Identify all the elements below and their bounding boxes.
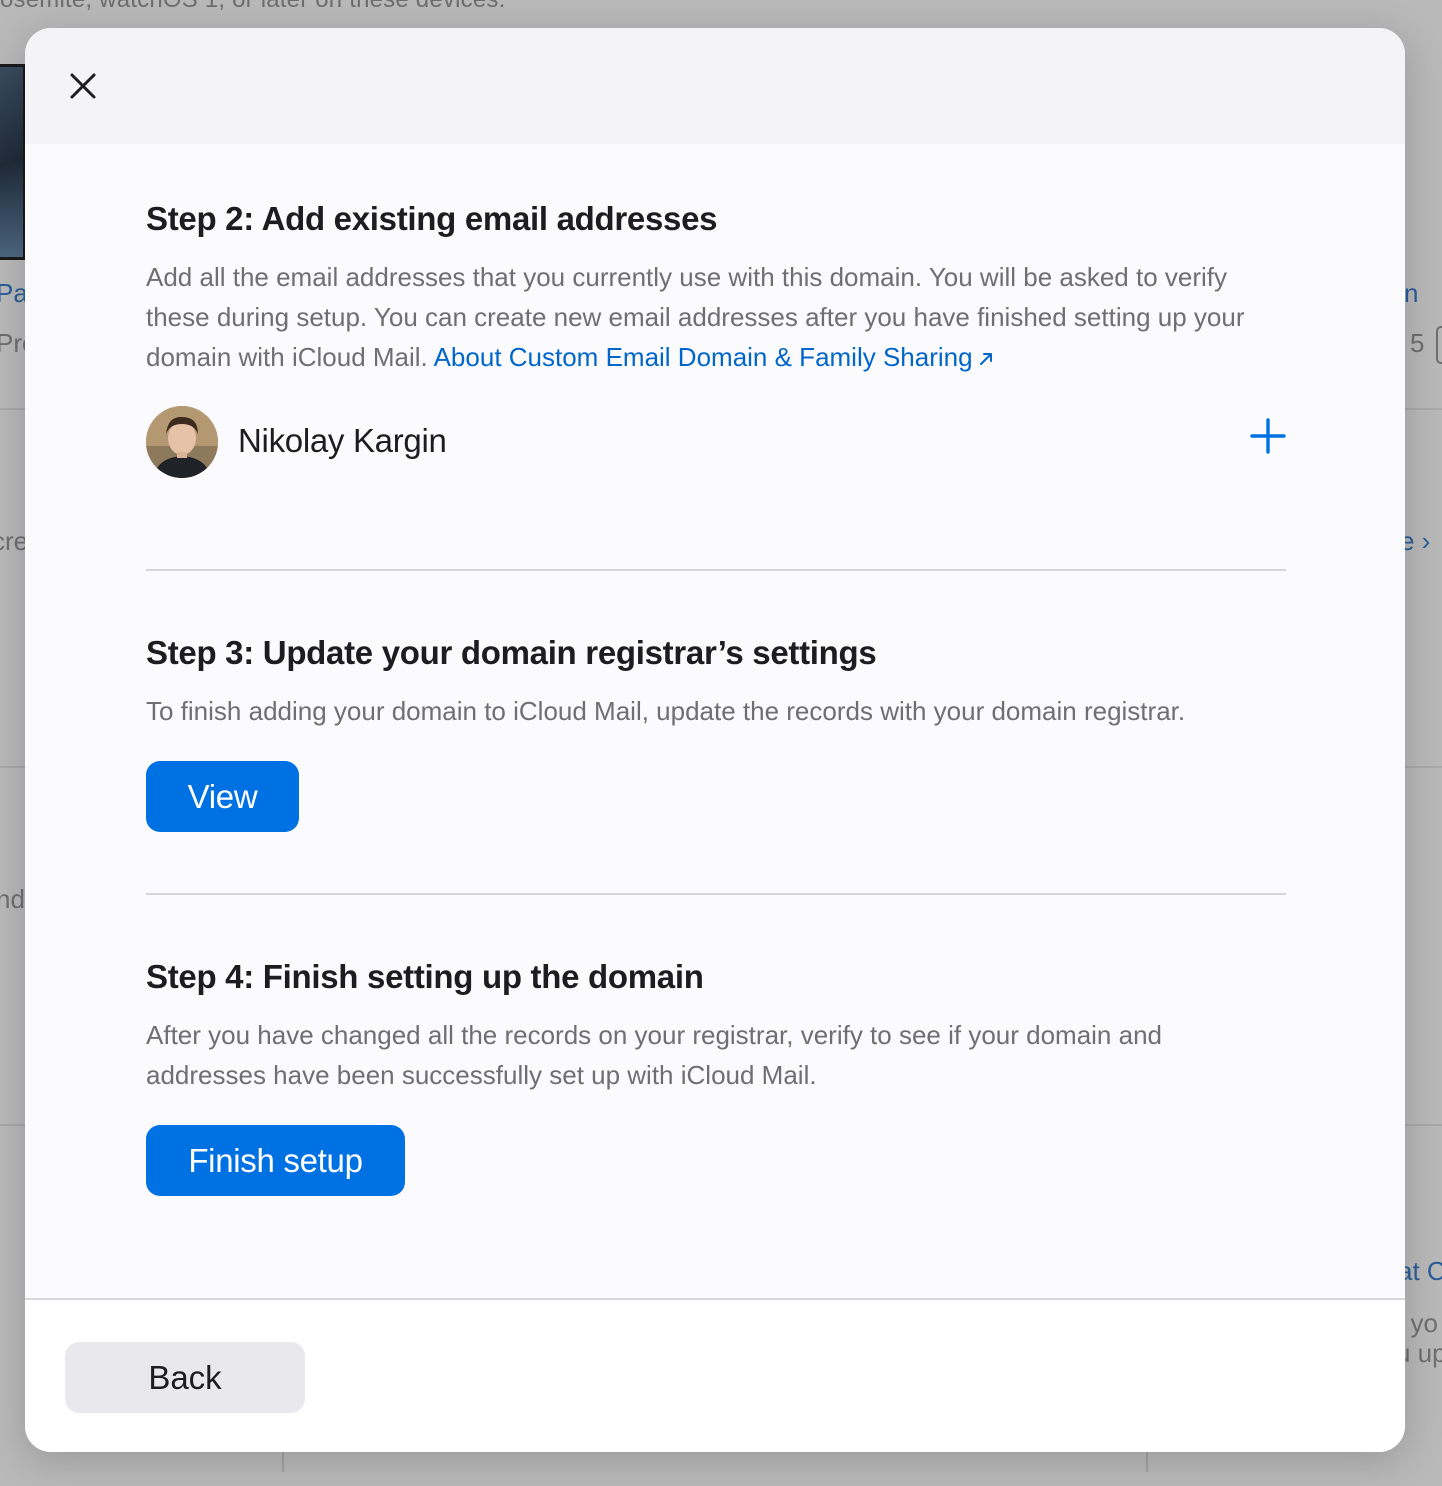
about-custom-domain-link-text: About Custom Email Domain & Family Shari…: [433, 342, 973, 372]
modal-header: [25, 28, 1405, 144]
background-top-text: osemite, watchOS 1, or later on these de…: [0, 0, 505, 14]
background-divider: [1405, 766, 1442, 768]
family-member-row: Nikolay Kargin: [146, 406, 1286, 480]
close-icon: [70, 73, 96, 99]
section-divider: [146, 893, 1286, 895]
background-fragment: cre: [0, 526, 29, 556]
plus-icon: [1250, 418, 1286, 454]
background-divider: [1405, 1124, 1442, 1126]
step3-title: Step 3: Update your domain registrar’s s…: [146, 634, 877, 671]
background-fragment: nd: [0, 884, 25, 914]
member-name: Nikolay Kargin: [238, 422, 447, 459]
background-box: [1436, 326, 1442, 364]
avatar-photo: [146, 406, 218, 478]
modal-footer: Back: [25, 1298, 1405, 1452]
background-divider: [282, 1452, 284, 1472]
section-divider: [146, 569, 1286, 571]
about-custom-domain-link[interactable]: About Custom Email Domain & Family Shari…: [434, 342, 995, 372]
finish-setup-button[interactable]: Finish setup: [146, 1125, 405, 1196]
background-fragment: n: [1404, 278, 1419, 308]
step2-description: Add all the email addresses that you cur…: [146, 257, 1286, 377]
close-button[interactable]: [61, 64, 105, 108]
background-fragment: Pa: [0, 278, 28, 308]
step4-description: After you have changed all the records o…: [146, 1020, 1162, 1090]
add-email-button[interactable]: [1248, 416, 1288, 456]
background-divider: [1146, 1452, 1148, 1472]
avatar: [146, 406, 218, 478]
back-button[interactable]: Back: [65, 1342, 305, 1413]
view-records-button[interactable]: View: [146, 761, 299, 832]
step3-description: To finish adding your domain to iCloud M…: [146, 696, 1186, 726]
background-divider: [0, 408, 25, 410]
step2-title: Step 2: Add existing email addresses: [146, 200, 718, 237]
step4-title: Step 4: Finish setting up the domain: [146, 958, 704, 995]
setup-modal: Step 2: Add existing email addresses Add…: [25, 28, 1405, 1452]
external-link-icon: [979, 353, 992, 365]
background-divider: [0, 766, 25, 768]
background-divider: [1405, 408, 1442, 410]
background-divider: [0, 1124, 25, 1126]
background-fragment: 5: [1410, 328, 1425, 358]
device-image: [0, 64, 26, 260]
